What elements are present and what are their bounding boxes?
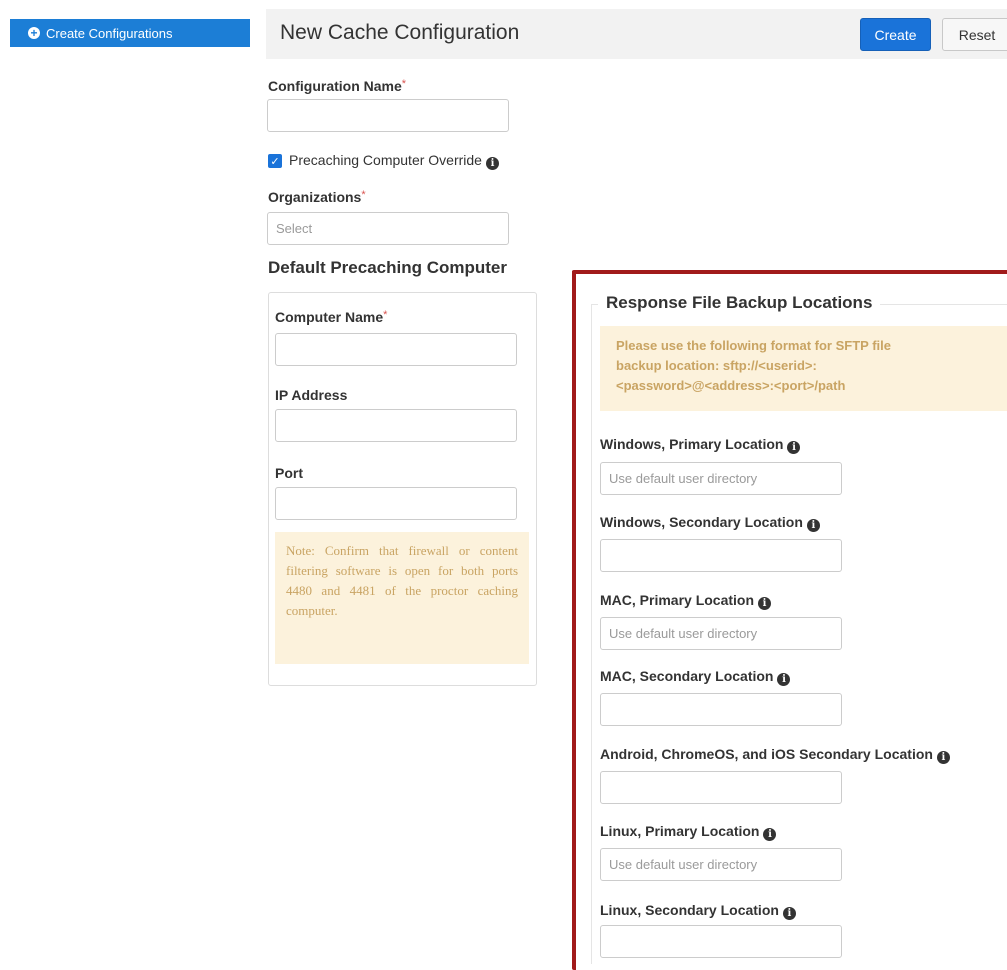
reset-button[interactable]: Reset	[942, 18, 1007, 51]
info-icon[interactable]: i	[806, 519, 820, 532]
info-icon[interactable]: i	[485, 157, 499, 170]
linux-primary-label: Linux, Primary Location i	[600, 823, 777, 841]
firewall-note: Note: Confirm that firewall or content f…	[275, 532, 529, 664]
override-checkbox[interactable]: ✓	[268, 154, 282, 168]
windows-primary-input[interactable]: Use default user directory	[600, 462, 842, 495]
info-icon[interactable]: i	[936, 751, 950, 764]
port-input[interactable]	[275, 487, 517, 520]
create-configurations-label: Create Configurations	[46, 25, 173, 41]
page-title: New Cache Configuration	[280, 21, 520, 44]
linux-secondary-label: Linux, Secondary Location i	[600, 902, 796, 920]
linux-primary-input[interactable]: Use default user directory	[600, 848, 842, 881]
create-button[interactable]: Create	[860, 18, 931, 51]
mobile-secondary-input[interactable]	[600, 771, 842, 804]
info-icon[interactable]: i	[758, 597, 772, 610]
configuration-name-input[interactable]	[267, 99, 509, 132]
override-label: Precaching Computer Override i	[289, 152, 499, 170]
computer-name-label: Computer Name*	[275, 309, 388, 325]
sftp-format-note: Please use the following format for SFTP…	[600, 326, 1007, 411]
windows-secondary-label: Windows, Secondary Location i	[600, 514, 820, 532]
backup-locations-legend: Response File Backup Locations	[598, 293, 881, 313]
organizations-select[interactable]: Select	[267, 212, 509, 245]
windows-primary-label: Windows, Primary Location i	[600, 436, 801, 454]
mac-primary-input[interactable]: Use default user directory	[600, 617, 842, 650]
info-icon[interactable]: i	[777, 673, 791, 686]
default-precaching-title: Default Precaching Computer	[268, 258, 507, 277]
computer-name-input[interactable]	[275, 333, 517, 366]
linux-secondary-input[interactable]	[600, 925, 842, 958]
info-icon[interactable]: i	[763, 828, 777, 841]
organizations-label: Organizations*	[268, 189, 366, 205]
info-icon[interactable]: i	[782, 907, 796, 920]
fieldset-border-left	[591, 304, 592, 964]
port-label: Port	[275, 465, 303, 481]
mobile-secondary-label: Android, ChromeOS, and iOS Secondary Loc…	[600, 746, 950, 764]
page-header: New Cache Configuration Create Reset	[266, 9, 1007, 59]
ip-address-label: IP Address	[275, 387, 348, 403]
mac-secondary-input[interactable]	[600, 693, 842, 726]
windows-secondary-input[interactable]	[600, 539, 842, 572]
ip-address-input[interactable]	[275, 409, 517, 442]
mac-secondary-label: MAC, Secondary Location i	[600, 668, 791, 686]
info-icon[interactable]: i	[787, 441, 801, 454]
mac-primary-label: MAC, Primary Location i	[600, 592, 772, 610]
create-configurations-button[interactable]: + Create Configurations	[10, 19, 250, 47]
plus-circle-icon: +	[28, 27, 40, 39]
configuration-name-label: Configuration Name*	[268, 78, 407, 94]
